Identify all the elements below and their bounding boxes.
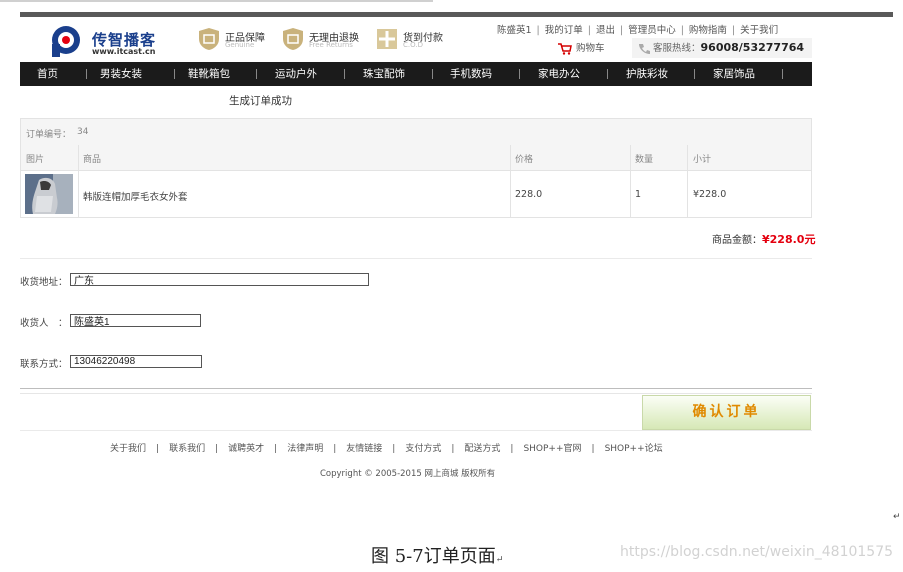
col-price: 价格 xyxy=(515,155,534,165)
total-amount: ¥228.0元 xyxy=(762,233,816,246)
nav-divider xyxy=(694,69,695,79)
watermark: https://blog.csdn.net/weixin_48101575 xyxy=(620,544,894,560)
order-total: 商品金额：¥228.0元 xyxy=(712,231,815,247)
col-image: 图片 xyxy=(26,155,45,165)
logout-link[interactable]: 退出 xyxy=(596,25,615,36)
badge-subtitle: Genuine xyxy=(225,41,255,49)
address-input[interactable] xyxy=(70,273,369,286)
divider xyxy=(20,258,812,259)
receiver-input[interactable] xyxy=(70,314,201,327)
cart-link[interactable]: 购物车 xyxy=(558,40,605,55)
nav-divider xyxy=(86,69,87,79)
total-label: 商品金额： xyxy=(712,235,762,246)
col-product: 商品 xyxy=(83,155,102,165)
main-nav: 首页 男装女装 鞋靴箱包 运动户外 珠宝配饰 手机数码 家电办公 护肤彩妆 家居… xyxy=(20,62,812,86)
nav-item-home[interactable]: 首页 xyxy=(37,62,58,86)
nav-divider xyxy=(344,69,345,79)
nav-divider xyxy=(256,69,257,79)
col-divider xyxy=(687,145,688,217)
divider xyxy=(20,430,812,431)
paragraph-mark: ↵ xyxy=(893,512,901,522)
badge-free-returns: 无理由退换 Free Returns xyxy=(282,27,366,53)
figure-caption: 图 5-7订单页面↵ xyxy=(371,542,503,568)
order-id-row: 订单编号： 34 xyxy=(21,119,811,146)
nav-item-shoes-bags[interactable]: 鞋靴箱包 xyxy=(188,62,230,86)
nav-item-home-decor[interactable]: 家居饰品 xyxy=(713,62,755,86)
nav-divider xyxy=(174,69,175,79)
nav-item-clothing[interactable]: 男装女装 xyxy=(100,62,142,86)
product-name-link[interactable]: 韩版连帽加厚毛衣女外套 xyxy=(83,189,188,203)
my-orders-link[interactable]: 我的订单 xyxy=(545,25,583,36)
footer-link-payment[interactable]: 支付方式 xyxy=(405,444,441,454)
user-links: 陈盛英1 | 我的订单 | 退出 | 管理员中心 | 购物指南 | 关于我们 xyxy=(497,25,779,36)
header-top-bar xyxy=(20,12,893,17)
footer-link-friends[interactable]: 友情链接 xyxy=(346,444,382,454)
nav-divider xyxy=(782,69,783,79)
col-divider xyxy=(510,145,511,217)
divider xyxy=(20,393,812,394)
nav-item-appliances[interactable]: 家电办公 xyxy=(538,62,580,86)
order-id: 34 xyxy=(77,127,89,137)
badge-subtitle: C.O.D xyxy=(403,41,423,49)
logo-url: www.itcast.cn xyxy=(92,47,156,56)
footer-link-contact[interactable]: 联系我们 xyxy=(169,444,205,454)
product-subtotal: ¥228.0 xyxy=(693,189,727,200)
address-label: 收货地址： xyxy=(20,277,68,288)
caption-text: 图 5-7订单页面 xyxy=(371,546,496,567)
product-price: 228.0 xyxy=(515,189,543,200)
paragraph-mark: ↵ xyxy=(495,555,504,565)
success-message: 生成订单成功 xyxy=(229,95,292,107)
nav-item-digital[interactable]: 手机数码 xyxy=(450,62,492,86)
table-header: 图片 商品 价格 数量 小计 xyxy=(21,145,811,171)
phone-label: 联系方式： xyxy=(20,359,68,370)
col-subtotal: 小计 xyxy=(693,155,712,165)
username-link[interactable]: 陈盛英1 xyxy=(497,25,532,36)
cart-label: 购物车 xyxy=(576,43,605,54)
footer-link-delivery[interactable]: 配送方式 xyxy=(464,444,500,454)
logo-mark-icon xyxy=(52,26,80,57)
product-thumbnail[interactable] xyxy=(25,174,73,214)
footer-links: 关于我们 | 联系我们 | 诚聘英才 | 法律声明 | 友情链接 | 支付方式 | 配送方式 | SHOP+… xyxy=(110,444,663,454)
nav-item-sports[interactable]: 运动户外 xyxy=(275,62,317,86)
col-divider xyxy=(630,145,631,217)
divider xyxy=(20,388,812,389)
footer-link-about[interactable]: 关于我们 xyxy=(110,444,146,454)
confirm-order-button[interactable]: 确认订单 xyxy=(642,395,811,430)
return-shield-icon xyxy=(283,28,303,50)
nav-item-cosmetics[interactable]: 护肤彩妆 xyxy=(626,62,668,86)
shopping-guide-link[interactable]: 购物指南 xyxy=(689,25,727,36)
nav-divider xyxy=(519,69,520,79)
about-us-link[interactable]: 关于我们 xyxy=(740,25,778,36)
footer-link-careers[interactable]: 诚聘英才 xyxy=(228,444,264,454)
hotline-number: 96008/53277764 xyxy=(700,41,805,54)
admin-center-link[interactable]: 管理员中心 xyxy=(628,25,676,36)
col-divider xyxy=(78,145,79,217)
footer-link-forum[interactable]: SHOP++论坛 xyxy=(605,444,663,454)
order-table: 订单编号： 34 图片 商品 价格 数量 小计 韩版连帽加厚毛衣女外套 228.… xyxy=(20,118,812,218)
col-quantity: 数量 xyxy=(635,155,654,165)
product-quantity: 1 xyxy=(635,189,642,200)
cart-icon xyxy=(558,42,572,55)
phone-input[interactable] xyxy=(70,355,202,368)
copyright: Copyright © 2005-2015 网上商城 版权所有 xyxy=(320,469,496,479)
document-top-rule xyxy=(0,0,433,2)
nav-item-jewelry[interactable]: 珠宝配饰 xyxy=(363,62,405,86)
site-logo[interactable]: 传智播客 www.itcast.cn xyxy=(48,24,168,58)
footer-link-official[interactable]: SHOP++官网 xyxy=(523,444,581,454)
shield-icon xyxy=(199,28,219,50)
order-id-label: 订单编号： xyxy=(26,130,72,140)
nav-divider xyxy=(607,69,608,79)
cash-on-delivery-icon xyxy=(377,29,397,49)
badge-subtitle: Free Returns xyxy=(309,41,353,49)
badge-cod: 货到付款 C.O.D xyxy=(376,27,448,53)
hotline-label: 客服热线： xyxy=(653,43,701,54)
receiver-label: 收货人 ： xyxy=(20,318,68,329)
phone-icon xyxy=(639,43,650,54)
hotline: 客服热线：96008/53277764 xyxy=(632,38,812,58)
footer-link-legal[interactable]: 法律声明 xyxy=(287,444,323,454)
nav-divider xyxy=(432,69,433,79)
badge-genuine: 正品保障 Genuine xyxy=(198,27,270,53)
